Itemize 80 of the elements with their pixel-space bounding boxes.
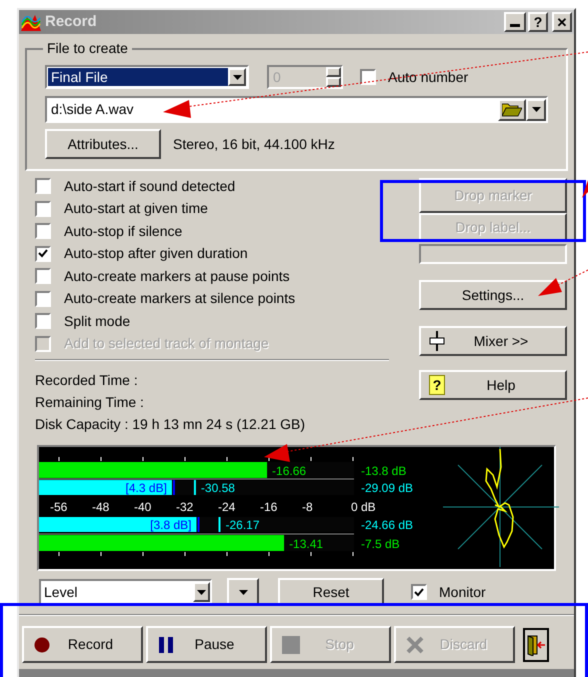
level-reading: -16.66 bbox=[272, 464, 306, 478]
option-label: Auto-stop if silence bbox=[64, 222, 182, 241]
option-label: Auto-create markers at pause points bbox=[64, 266, 290, 286]
level-value: -29.09 dB bbox=[361, 481, 414, 495]
option-label: Auto-create markers at silence points bbox=[64, 289, 296, 308]
hold-label: [3.8 dB] bbox=[150, 518, 192, 532]
level-reading: -26.17 bbox=[226, 518, 260, 532]
info-text: Recorded Time : bbox=[35, 371, 139, 390]
exit-button[interactable] bbox=[523, 628, 549, 662]
scale-label: 0 dB bbox=[351, 500, 376, 514]
attributes-button[interactable]: Attributes... bbox=[45, 129, 161, 159]
annotation-arrow bbox=[538, 270, 588, 296]
app-logo-icon bbox=[21, 13, 41, 31]
help-icon: ? bbox=[429, 375, 445, 395]
pause-icon bbox=[158, 636, 174, 652]
record-icon bbox=[34, 636, 50, 652]
minimize-icon bbox=[510, 24, 520, 27]
checkbox[interactable] bbox=[35, 268, 51, 284]
path-field[interactable]: d:\side A.wav bbox=[45, 96, 548, 123]
scale-label: -48 bbox=[92, 500, 110, 514]
checkbox[interactable] bbox=[360, 69, 376, 85]
option-label: Auto-start if sound detected bbox=[64, 176, 236, 196]
level-reading: -30.58 bbox=[200, 481, 235, 495]
scale-label: -24 bbox=[218, 500, 236, 514]
check-icon bbox=[38, 249, 48, 258]
scale-label: -32 bbox=[176, 500, 194, 514]
fader-icon bbox=[429, 331, 445, 351]
scale-label: -56 bbox=[50, 500, 68, 514]
option-label: Auto-start at given time bbox=[64, 199, 208, 218]
file-type-select[interactable]: Final File bbox=[45, 65, 249, 89]
checkbox[interactable] bbox=[35, 223, 51, 240]
close-button[interactable]: ✕ bbox=[552, 12, 572, 32]
pause-button[interactable]: Pause bbox=[146, 626, 267, 663]
caret-icon bbox=[232, 74, 242, 80]
folder-icon bbox=[502, 102, 522, 116]
group-title: File to create bbox=[46, 39, 129, 58]
checkbox[interactable] bbox=[35, 290, 51, 307]
option-label: Split mode bbox=[64, 312, 130, 331]
mixer-button[interactable]: Mixer >> bbox=[419, 326, 567, 356]
scale-label: -40 bbox=[134, 500, 152, 514]
level-value: -13.8 dB bbox=[361, 464, 406, 478]
caret-icon bbox=[238, 590, 248, 594]
checkbox[interactable] bbox=[35, 246, 51, 262]
browse-button[interactable] bbox=[498, 98, 526, 120]
hold-marker bbox=[198, 517, 200, 532]
annotation-arrow bbox=[582, 180, 588, 198]
caret-icon bbox=[197, 590, 206, 594]
level-value: -24.66 dB bbox=[361, 518, 414, 532]
level-value: -7.5 dB bbox=[361, 537, 400, 551]
scale-label: -16 bbox=[260, 500, 278, 514]
hold-marker bbox=[172, 480, 175, 495]
info-text: Remaining Time : bbox=[35, 393, 145, 412]
checkbox[interactable] bbox=[35, 178, 51, 194]
checkbox[interactable] bbox=[411, 584, 427, 600]
help-button[interactable]: ? Help bbox=[419, 370, 567, 400]
caret-icon bbox=[532, 107, 540, 112]
settings-button[interactable]: Settings... bbox=[419, 280, 567, 310]
stop-icon bbox=[282, 636, 300, 654]
checkbox-label: Monitor bbox=[439, 582, 486, 602]
window-title: Record bbox=[45, 12, 97, 32]
checkbox[interactable] bbox=[35, 200, 51, 217]
path-menu-button[interactable] bbox=[526, 98, 546, 120]
help-button[interactable]: ? bbox=[528, 12, 548, 32]
hold-label: [4.3 dB] bbox=[126, 481, 167, 495]
view-select[interactable]: Level bbox=[39, 579, 212, 605]
door-exit-icon bbox=[526, 634, 546, 656]
check-icon bbox=[414, 588, 424, 596]
scale-label: -8 bbox=[302, 500, 313, 514]
peak-marker bbox=[218, 517, 220, 532]
option-label: Auto-stop after given duration bbox=[64, 244, 248, 264]
minimize-button[interactable] bbox=[504, 12, 526, 32]
level-reading: -13.41 bbox=[289, 537, 324, 551]
peak-marker bbox=[194, 480, 196, 495]
path-value: d:\side A.wav bbox=[51, 100, 134, 119]
info-text: Disk Capacity : 19 h 13 mn 24 s (12.21 GB) bbox=[35, 415, 306, 434]
checkbox-label: Auto number bbox=[388, 68, 468, 86]
format-text: Stereo, 16 bit, 44.100 kHz bbox=[173, 134, 335, 154]
checkbox[interactable] bbox=[35, 313, 51, 330]
record-button[interactable]: Record bbox=[22, 626, 143, 663]
cross-icon bbox=[406, 636, 424, 654]
